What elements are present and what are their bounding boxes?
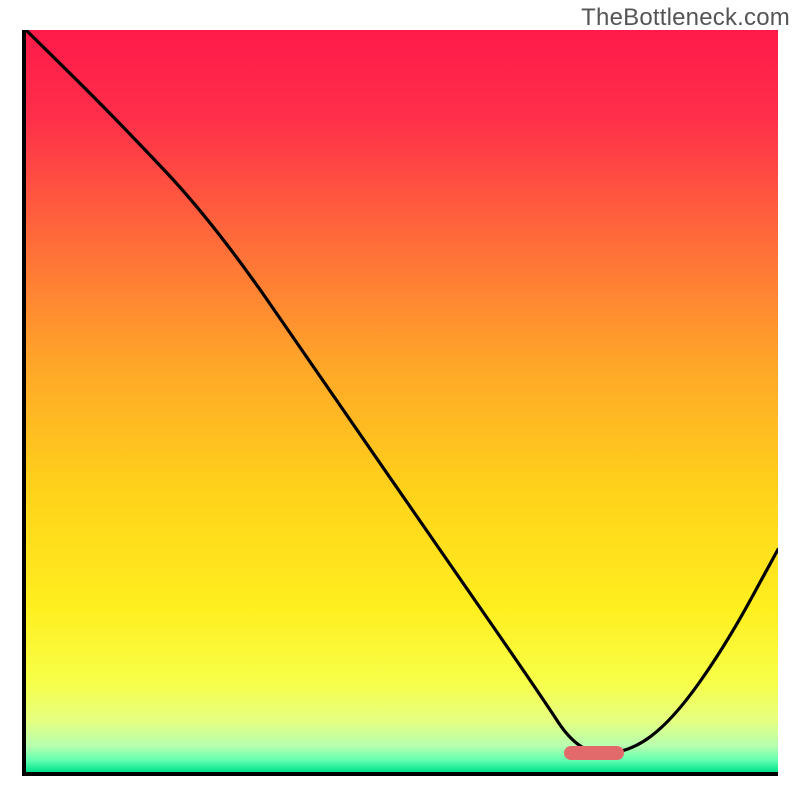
bottleneck-curve	[26, 30, 778, 772]
plot-frame	[22, 30, 778, 776]
watermark-text: TheBottleneck.com	[581, 4, 790, 32]
chart-container: TheBottleneck.com	[0, 0, 800, 800]
optimal-range-marker	[564, 746, 624, 760]
